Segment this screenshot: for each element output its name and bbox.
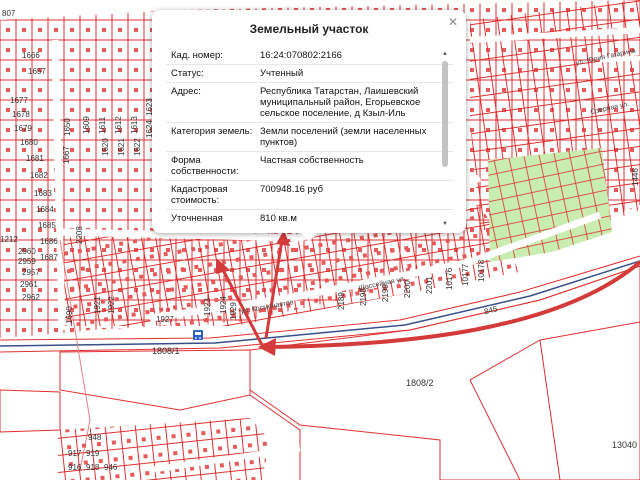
plot-label: 1621 (117, 138, 126, 156)
plot-label: 1683 (34, 189, 52, 198)
info-value: Республика Татарстан, Лаишевский муницип… (260, 86, 421, 119)
plot-label: 807 (2, 9, 16, 18)
popup-scrollbar[interactable]: ▲ ▼ (442, 51, 448, 227)
plot-label: 1923 (203, 298, 212, 316)
plot-label: 10177 (461, 263, 470, 286)
plot-label: 1677 (10, 96, 28, 105)
info-row-area: Уточненная площадь: 810 кв.м (166, 210, 453, 225)
plot-label: 1686 (40, 237, 58, 246)
plot-label: 1685 (38, 221, 56, 230)
info-value: Частная собственность (260, 155, 364, 166)
plot-label: 2962 (22, 293, 40, 302)
plot-label: 1927 (156, 315, 174, 324)
plot-label: 1650 (63, 118, 72, 136)
info-value: Учтенный (260, 68, 304, 79)
arrow-right (283, 238, 291, 244)
plot-label: 919 (86, 449, 100, 458)
info-value: 810 кв.м (260, 213, 297, 224)
plot-label: 1620 (101, 138, 110, 156)
plot-label: 2959 (18, 257, 36, 266)
plot-label: 1681 (26, 154, 44, 163)
info-row-land-category: Категория земель: Земли поселений (земли… (166, 123, 453, 152)
plot-label: 1678 (12, 110, 30, 119)
scroll-down-icon[interactable]: ▼ (442, 221, 448, 227)
plot-label: 2201 (425, 276, 434, 294)
plot-label: 2208 (75, 226, 84, 244)
popup-pointer (300, 232, 318, 242)
plot-label: 1611 (98, 116, 107, 134)
info-key: Кадастровая стоимость: (171, 184, 228, 206)
info-row-cadastral-number: Кад. номер: 16:24:070802:2166 (166, 47, 453, 65)
info-key: Форма собственности: (171, 155, 239, 177)
scroll-up-icon[interactable]: ▲ (442, 51, 448, 57)
info-key: Адрес: (171, 86, 201, 97)
info-row-status: Статус: Учтенный (166, 65, 453, 83)
plot-label: 1921 (93, 296, 102, 314)
plot-label: 1679 (14, 124, 32, 133)
plot-label: 10176 (445, 267, 454, 290)
plot-label: 1682 (30, 171, 48, 180)
info-key: Статус: (171, 68, 204, 79)
bus-stop-icon[interactable] (193, 330, 203, 340)
plot-label: 1446 (631, 168, 640, 186)
plot-label: 2957 (22, 268, 40, 277)
plot-label: 1612 (114, 116, 123, 134)
info-row-cadastral-value: Кадастровая стоимость: 700948.16 руб (166, 181, 453, 210)
plot-label: 1657 (28, 67, 46, 76)
close-icon[interactable]: ✕ (448, 16, 458, 28)
plot-label: 1212 (0, 235, 18, 244)
plot-label: 948 (88, 433, 102, 442)
plot-label: 917 (68, 449, 82, 458)
plot-label: 1622 (133, 138, 142, 156)
info-value: 700948.16 руб (260, 184, 324, 195)
info-row-address: Адрес: Республика Татарстан, Лаишевский … (166, 83, 453, 123)
plot-label: 946 (104, 463, 118, 472)
plot-label: 2189 (337, 292, 346, 310)
parcel-label: 1808/2 (406, 378, 434, 388)
plot-label: 1922 (107, 296, 116, 314)
plot-label: 1924 (219, 296, 228, 314)
popup-title: Земельный участок (249, 22, 369, 36)
plot-label: 1666 (22, 51, 40, 60)
info-value: 16:24:070802:2166 (260, 50, 342, 61)
vacant-land-area (488, 148, 612, 262)
plot-label: 918 (86, 463, 100, 472)
plot-label: 1609 (82, 116, 91, 134)
plot-label: 1680 (20, 138, 38, 147)
plot-label: 1687 (40, 253, 58, 262)
plot-label: 2960 (18, 247, 36, 256)
plot-label: 1613 (130, 116, 139, 134)
parcel-label: 1808/1 (152, 346, 180, 356)
info-row-ownership: Форма собственности: Частная собственнос… (166, 152, 453, 181)
plot-label: 2961 (20, 280, 38, 289)
plot-label: 1929 (229, 302, 238, 320)
info-value: Земли поселений (земли населенных пункто… (260, 126, 427, 148)
parcel-info-popup: Земельный участок ✕ Кад. номер: 16:24:07… (152, 10, 466, 242)
scroll-thumb[interactable] (442, 61, 448, 167)
info-key: Уточненная площадь: (171, 213, 223, 225)
plot-label: 10178 (477, 259, 486, 282)
plot-label: 916 (68, 463, 82, 472)
info-key: Кад. номер: (171, 50, 223, 61)
info-key: Категория земель: (171, 126, 253, 137)
plot-label: 1667 (62, 146, 71, 164)
parcel-label: 13040 (612, 440, 637, 450)
plot-label: 1690 (65, 306, 74, 324)
parcel-info-table: Кад. номер: 16:24:070802:2166 Статус: Уч… (166, 47, 453, 225)
plot-label: 1684 (36, 205, 54, 214)
